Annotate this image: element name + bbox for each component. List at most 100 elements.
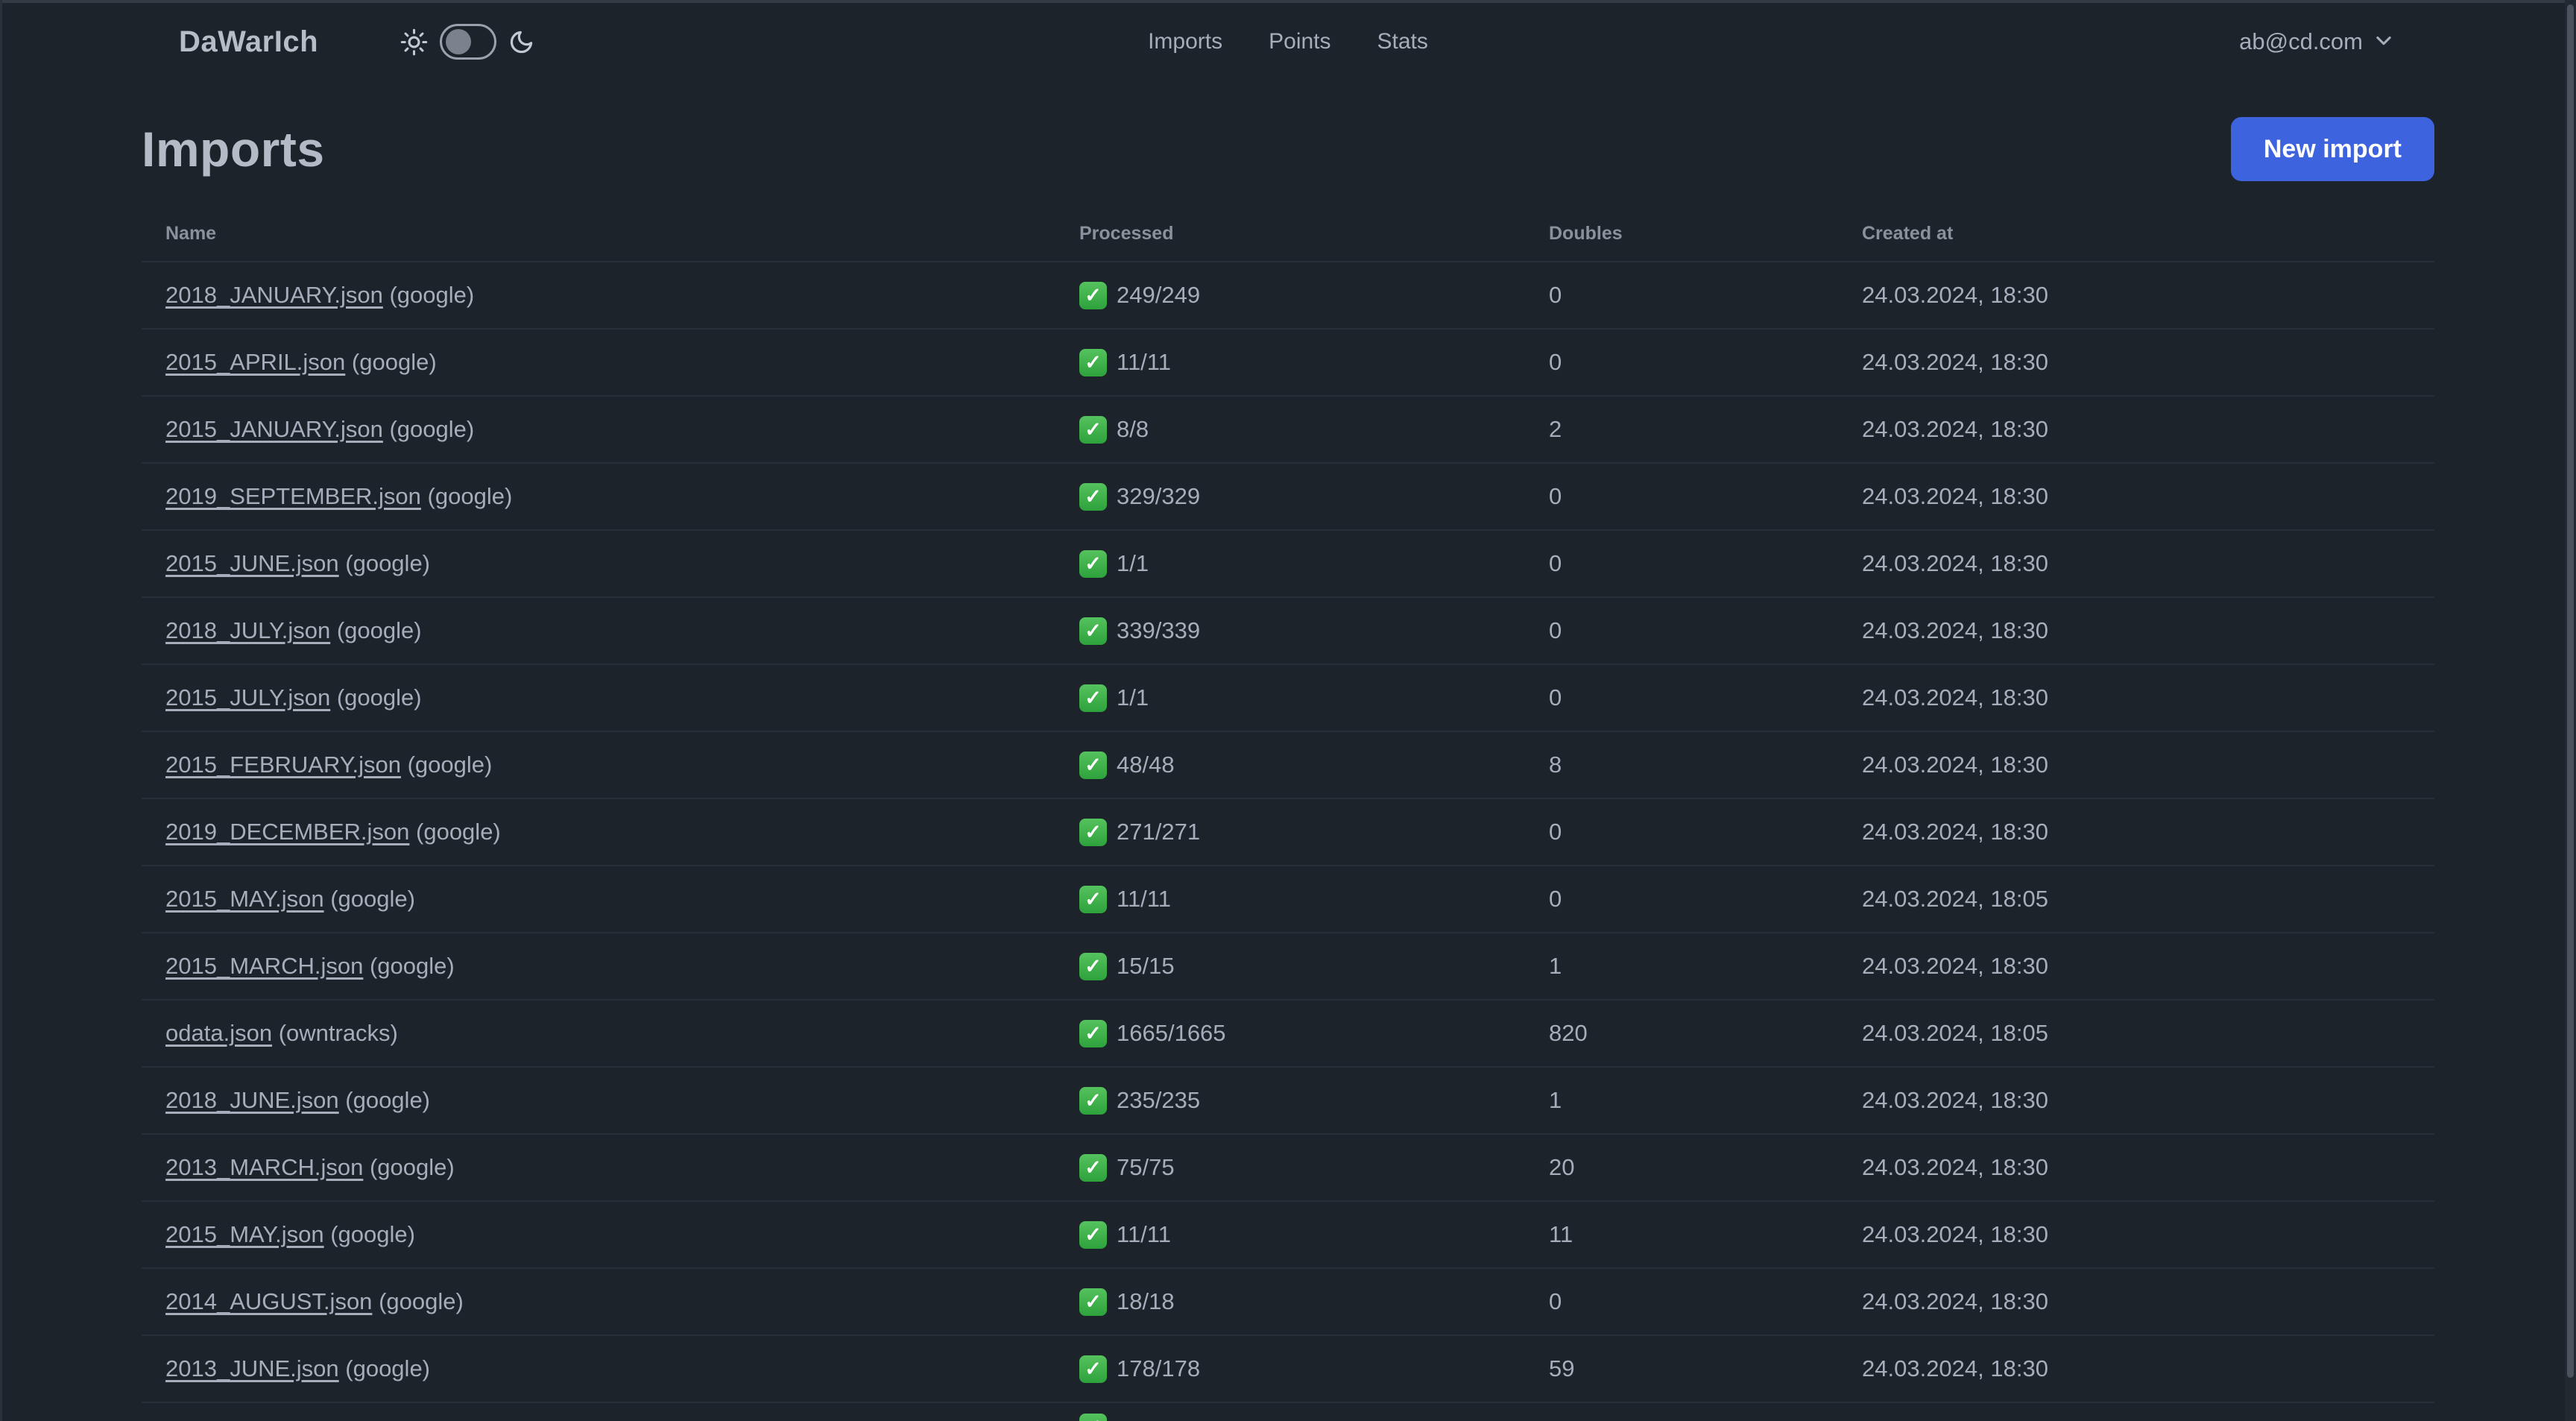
processed-count: 8/8 [1117,416,1149,442]
doubles-count: 0 [1549,550,1562,576]
processed-cell: ✓ 329/329 [1079,482,1549,511]
import-file-link[interactable]: 2015_MAY.json [165,1221,324,1247]
processed-count: 1/1 [1117,684,1149,710]
import-source: (google) [369,1154,455,1180]
success-check-icon: ✓ [1079,1220,1107,1249]
import-file-link[interactable]: 2018_JANUARY.json [165,282,383,308]
theme-toggle-switch[interactable] [440,24,497,60]
moon-icon [508,29,534,55]
created-at: 24.03.2024, 18:30 [1862,282,2048,308]
nav-item-imports[interactable]: Imports [1148,29,1222,54]
import-source: (google) [389,282,475,308]
import-file-link[interactable]: 2018_JUNE.json [165,1087,339,1113]
page-title: Imports [142,122,325,177]
nav-item-points[interactable]: Points [1269,29,1330,54]
import-file-link[interactable]: 2015_JUNE.json [165,550,339,576]
import-file-link[interactable]: 2015_APRIL.json [165,349,345,375]
created-at: 24.03.2024, 18:30 [1862,349,2048,375]
doubles-count: 2 [1549,416,1562,442]
processed-cell: ✓ 339/339 [1079,617,1549,645]
doubles-count: 0 [1549,483,1562,509]
created-at: 24.03.2024, 18:30 [1862,1355,2048,1381]
nav-item-stats[interactable]: Stats [1377,29,1428,54]
import-file-link[interactable]: 2013_MARCH.json [165,1154,363,1180]
processed-count: 48/48 [1117,752,1175,778]
import-file-link[interactable]: 2019_DECEMBER.json [165,819,409,845]
processed-count: 11/11 [1117,1221,1171,1247]
import-source: (owntracks) [278,1020,398,1046]
import-source: (google) [330,1221,415,1247]
success-check-icon: ✓ [1079,751,1107,779]
table-header-row: Name Processed Doubles Created at [142,206,2434,262]
doubles-count: 0 [1549,349,1562,375]
created-at: 24.03.2024, 18:05 [1862,1020,2048,1046]
success-check-icon: ✓ [1079,885,1107,913]
import-source: (google) [345,1355,431,1381]
success-check-icon: ✓ [1079,1288,1107,1316]
processed-count: 1665/1665 [1117,1020,1226,1046]
top-navbar: DaWarIch Imports Points Stats ab@cd.com [0,0,2576,84]
success-check-icon: ✓ [1079,415,1107,444]
main-nav: Imports Points Stats [1148,29,1428,54]
processed-count: 1/1 [1117,550,1149,576]
success-check-icon: ✓ [1079,1355,1107,1383]
success-check-icon: ✓ [1079,1414,1107,1421]
doubles-count: 11 [1549,1221,1573,1247]
scrollbar-track [2565,0,2576,1421]
table-row: 2015_FEBRUARY.json (google) ✓ 48/48 8 24… [142,732,2434,799]
doubles-count: 1 [1549,953,1562,979]
user-menu[interactable]: ab@cd.com [2239,28,2394,55]
table-row: 2018_JULY.json (google) ✓ 339/339 0 24.0… [142,598,2434,665]
processed-count: 11/11 [1117,886,1171,912]
created-at: 24.03.2024, 18:30 [1862,617,2048,643]
processed-count: 11/11 [1117,349,1171,375]
created-at: 24.03.2024, 18:30 [1862,684,2048,710]
window-top-edge [0,0,2576,3]
processed-count: 15/15 [1117,953,1175,979]
processed-count: 178/178 [1117,1355,1201,1381]
success-check-icon: ✓ [1079,818,1107,846]
import-file-link[interactable]: 2015_JANUARY.json [165,416,383,442]
success-check-icon: ✓ [1079,281,1107,309]
new-import-button[interactable]: New import [2230,117,2434,181]
table-row: 2015_MARCH.json (google) ✓ 15/15 1 24.03… [142,933,2434,1001]
processed-cell: ✓ 178/178 [1079,1355,1549,1383]
import-file-link[interactable]: odata.json [165,1020,272,1046]
processed-cell: ✓ 11/11 [1079,885,1549,913]
import-file-link[interactable]: 2015_MAY.json [165,886,324,912]
success-check-icon: ✓ [1079,482,1107,511]
processed-cell: ✓ 48/48 [1079,751,1549,779]
table-row: odata.json (owntracks) ✓ 1665/1665 820 2… [142,1001,2434,1068]
created-at: 24.03.2024, 18:30 [1862,1288,2048,1314]
import-file-link[interactable]: 2015_FEBRUARY.json [165,752,401,778]
column-header-created-at: Created at [1862,222,1954,244]
import-source: (google) [345,550,431,576]
success-check-icon: ✓ [1079,952,1107,980]
table-row: 2013_JUNE.json (google) ✓ 178/178 59 24.… [142,1336,2434,1403]
processed-cell: ✓ 8/8 [1079,415,1549,444]
table-row: 2019_SEPTEMBER.json (google) ✓ 329/329 0… [142,464,2434,531]
app-logo[interactable]: DaWarIch [179,25,318,59]
import-file-link[interactable]: 2019_SEPTEMBER.json [165,483,421,509]
sun-icon [400,28,428,56]
import-source: (google) [379,1288,464,1314]
processed-count: 329/329 [1117,483,1201,509]
import-file-link[interactable]: 2014_AUGUST.json [165,1288,372,1314]
success-check-icon: ✓ [1079,617,1107,645]
doubles-count: 0 [1549,617,1562,643]
success-check-icon: ✓ [1079,1153,1107,1182]
import-file-link[interactable]: 2018_JULY.json [165,617,330,643]
toggle-knob [446,29,472,54]
scrollbar-thumb[interactable] [2567,4,2574,1378]
processed-cell: ✓ 1/1 [1079,549,1549,578]
table-row: 2013_MARCH.json (google) ✓ 75/75 20 24.0… [142,1135,2434,1202]
import-source: (google) [416,819,501,845]
processed-cell: ✓ 1665/1665 [1079,1019,1549,1047]
import-file-link[interactable]: 2013_JUNE.json [165,1355,339,1381]
doubles-count: 0 [1549,684,1562,710]
page-head: Imports New import [142,113,2434,185]
import-file-link[interactable]: 2015_JULY.json [165,684,330,710]
import-file-link[interactable]: 2015_MARCH.json [165,953,363,979]
processed-count: 339/339 [1117,617,1201,643]
table-row: 2015_APRIL.json (google) ✓ 11/11 0 24.03… [142,330,2434,397]
